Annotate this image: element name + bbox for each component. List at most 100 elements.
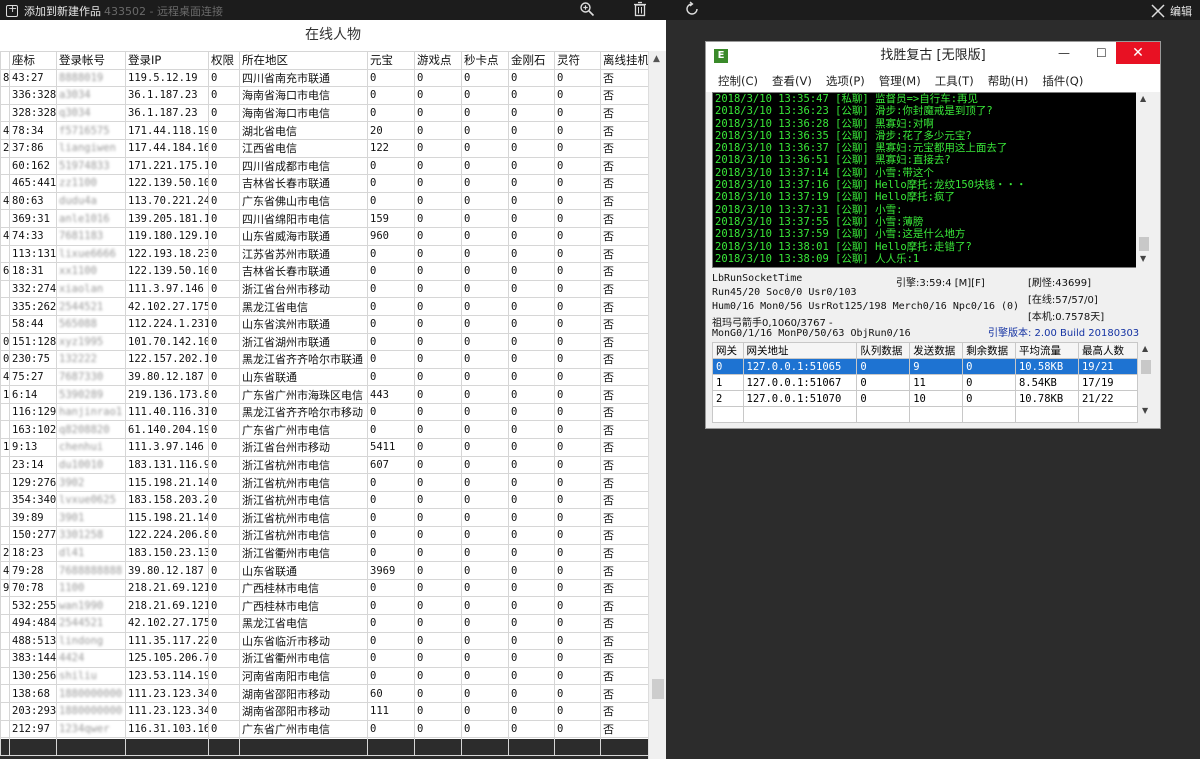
column-header[interactable]: 网关 [712, 342, 744, 359]
menu-view[interactable]: 查看(V) [772, 70, 812, 92]
column-header[interactable]: 剩余数据 [962, 342, 1016, 359]
table-row[interactable]: 332:274 xiaolan 111.3.97.146 0 浙江省台州市移动 0 0 0 0 0… [0, 279, 649, 299]
table-row[interactable]: 383:144 4424 125.105.206.78 0 浙江省衢州市电信 0 0 0 0 0 否 [0, 649, 649, 668]
table-cell: 0 [367, 649, 415, 668]
gateway-row[interactable] [712, 406, 1139, 423]
column-header[interactable]: 所在地区 [239, 51, 368, 70]
table-row[interactable]: 138:68 1880000000 111.23.123.34 0 湖南省邵阳市移动 60… [0, 684, 649, 703]
log-line: 2018/3/10 13:37:55 [公聊] 小雪:薄膀 [715, 215, 924, 228]
scroll-down-icon[interactable]: ▼ [1142, 406, 1148, 415]
players-scrollbar[interactable]: ▲ [648, 51, 666, 759]
scroll-thumb[interactable] [1139, 237, 1149, 251]
table-row[interactable]: 58:44 565088 112.224.1.231 0 山东省滨州市联通 0 0 0 0 0 否 [0, 314, 649, 334]
scroll-up-icon[interactable]: ▲ [1142, 344, 1148, 353]
table-row[interactable]: 60:162 51974833 171.221.175.12 0 四川省成都市电信 0 0 0… [0, 156, 649, 176]
table-cell: 119.5.12.19 [125, 68, 209, 88]
table-row[interactable]: 113:131 lixue6666 122.193.18.238 0 江苏省苏州市联通 0… [0, 244, 649, 264]
log-line: 2018/3/10 13:36:23 [公聊] 滑步:你封魔戒是到顶了? [715, 105, 993, 118]
column-header[interactable]: 离线挂机 [600, 51, 649, 70]
table-cell [0, 666, 10, 686]
column-header[interactable]: 灵符 [554, 51, 601, 70]
column-header[interactable]: 平均流量 [1014, 342, 1079, 359]
column-header[interactable]: 游戏点 [414, 51, 462, 70]
menu-tools[interactable]: 工具(T) [935, 70, 974, 92]
table-row[interactable]: 116:129 hanjinrao1 111.40.116.31 0 黑龙江省齐齐哈尔市… [0, 402, 649, 422]
table-cell: 37:86 [9, 138, 57, 158]
table-row[interactable]: 4 78:34 f5716575 171.44.118.191 0 湖北省电信 20 0 0 0 0… [0, 121, 649, 140]
column-header[interactable]: 最高人数 [1077, 342, 1139, 359]
table-row[interactable]: 212:97 1234qwer 116.31.103.165 0 广东省广州市电信 0 0 0… [0, 719, 649, 739]
menu-options[interactable]: 选项(P) [826, 70, 865, 92]
scroll-thumb[interactable] [1141, 360, 1151, 374]
maximize-icon[interactable]: ☐ [1096, 46, 1107, 60]
log-scrollbar[interactable]: ▲ ▼ [1136, 92, 1152, 268]
table-row[interactable]: 532:255 wan1990 218.21.69.121 0 广西桂林市电信 0 0 0 0 0… [0, 596, 649, 615]
column-header[interactable]: 秒卡点 [461, 51, 509, 70]
table-row[interactable]: 4 75:27 7687330 39.80.12.187 0 山东省联通 0 0 0 0 0 否 [0, 367, 649, 387]
gateway-scrollbar[interactable]: ▲ ▼ [1138, 342, 1154, 420]
table-row[interactable]: 9 70:78 1100 218.21.69.121 0 广西桂林市电信 0 0 0 0 0 否 [0, 578, 649, 598]
table-row[interactable]: 474:337681183119.180.129.1850山东省威海市联通960… [0, 226, 649, 246]
gateway-row[interactable]: 2 127.0.0.1:51070 0 10 0 10.78KB 21/22 [712, 390, 1139, 407]
table-row[interactable]: 39:89 3901 115.198.21.143 0 浙江省杭州市电信 0 0 0 0 0 否 [0, 508, 649, 528]
table-row[interactable]: 0 230:75 132222 122.157.202.13 0 黑龙江省齐齐哈尔市联通 0… [0, 350, 649, 369]
scroll-down-icon[interactable]: ▼ [1140, 254, 1146, 263]
table-cell: 0 [367, 473, 415, 492]
table-row[interactable]: 130:256 shiliu 123.53.114.198 0 河南省南阳市电信 0 0 0 0… [0, 666, 649, 686]
table-row[interactable]: 336:328 a3034 36.1.187.23 0 海南省海口市电信 0 0 0 0 0 否 [0, 86, 649, 105]
table-row[interactable]: 488:513 lindong 111.35.117.223 0 山东省临沂市移动 0 0 0… [0, 631, 649, 651]
column-header[interactable]: 发送数据 [909, 342, 964, 359]
trash-icon[interactable] [631, 1, 649, 19]
table-row[interactable]: 335:262 2544521 42.102.27.175 0 黑龙江省电信 0 0 0 0 0 否 [0, 297, 649, 316]
gateway-row[interactable]: 1 127.0.0.1:51067 0 11 0 8.54KB 17/19 [712, 374, 1139, 391]
minimize-icon[interactable]: — [1058, 46, 1070, 60]
table-cell: 0 [208, 367, 240, 387]
table-row[interactable]: 23:14 du10010 183.131.116.90 0 浙江省杭州市电信 607 0 0… [0, 455, 649, 475]
table-row[interactable]: 494:484 2544521 42.102.27.175 0 黑龙江省电信 0 0 0 0 0 否 [0, 614, 649, 633]
table-row[interactable]: 328:328 q3034 36.1.187.23 0 海南省海口市电信 0 0 0 0 0 否 [0, 103, 649, 123]
table-row[interactable]: 369:31anle1016139.205.181.1250四川省绵阳市电信15… [0, 209, 649, 228]
table-cell: 0 [414, 666, 462, 686]
table-row[interactable]: 163:102 q8208820 61.140.204.197 0 广东省广州市电信 0 0… [0, 420, 649, 440]
column-header[interactable]: 登录IP [125, 51, 209, 70]
column-header[interactable]: 权限 [208, 51, 240, 70]
table-row[interactable]: 150:277 3301258 122.224.206.82 0 浙江省杭州市电信 0 0 0… [0, 526, 649, 545]
table-row[interactable]: 129:276 3902 115.198.21.143 0 浙江省杭州市电信 0 0 0 0 0 否 [0, 473, 649, 492]
column-header[interactable]: 登录帐号 [56, 51, 126, 70]
table-row[interactable]: 2 37:86 liangiwen 117.44.184.163 0 江西省电信 122 0 0… [0, 138, 649, 158]
table-row[interactable]: 6 18:31 xx1100 122.139.50.101 0 吉林省长春市联通 0 0 0 0 0… [0, 262, 649, 281]
table-row[interactable]: 2 18:23 dl41 183.150.23.132 0 浙江省衢州市电信 0 0 0 0 0 否 [0, 543, 649, 563]
menu-manage[interactable]: 管理(M) [879, 70, 921, 92]
table-cell: 0 [554, 649, 601, 668]
table-cell: 0 [208, 314, 240, 334]
rotate-icon[interactable] [683, 1, 701, 19]
close-icon[interactable]: ✕ [1116, 42, 1160, 64]
zoom-in-icon[interactable] [578, 1, 596, 19]
table-row[interactable]: 1 6:14 5390289 219.136.173.80 0 广东省广州市海珠区电信 44… [0, 385, 649, 404]
edit-button[interactable]: 编辑 [1150, 3, 1192, 19]
table-row[interactable]: 4 80:63 dudu4a 113.70.221.242 0 广东省佛山市电信 0 0 0 0 0… [0, 191, 649, 211]
table-row[interactable]: 465:441 zz1100 122.139.50.101 0 吉林省长春市联通 0 0 0 0… [0, 174, 649, 193]
gateway-row[interactable]: 0 127.0.0.1:51065 0 9 0 10.58KB 19/21 [712, 358, 1139, 375]
table-row[interactable]: 8 43:27 8888019 119.5.12.19 0 四川省南充市联通 0 0 0 0 0 否 [0, 68, 649, 88]
menu-help[interactable]: 帮助(H) [988, 70, 1029, 92]
menu-plugins[interactable]: 插件(Q) [1042, 70, 1083, 92]
menu-control[interactable]: 控制(C) [718, 70, 758, 92]
scroll-thumb[interactable] [652, 679, 664, 699]
column-header[interactable]: 座标 [9, 51, 57, 70]
table-row[interactable]: 0 151:128 xyz1995 101.70.142.103 0 浙江省湖州市联通 0 0… [0, 332, 649, 352]
column-header[interactable]: 元宝 [367, 51, 415, 70]
table-row[interactable]: 1 9:13 chenhui 111.3.97.146 0 浙江省台州市移动 5411 0 0 0… [0, 438, 649, 457]
table-row[interactable]: 4 79:28 7688888888 39.80.12.187 0 山东省联通 3969 0 0… [0, 561, 649, 580]
table-row[interactable] [0, 737, 649, 756]
column-header[interactable]: 金刚石 [508, 51, 555, 70]
table-cell: 163:102 [9, 420, 57, 440]
scroll-up-icon[interactable]: ▲ [653, 54, 660, 64]
scroll-up-icon[interactable]: ▲ [1140, 94, 1146, 103]
table-row[interactable]: 354:340 lvxue0625 183.158.203.20 0 浙江省杭州市电信 0… [0, 490, 649, 510]
column-header[interactable]: 队列数据 [856, 342, 911, 359]
table-row[interactable]: 203:293 1880000000 111.23.123.34 0 湖南省邵阳市移动 1… [0, 701, 649, 721]
table-cell: 0 [414, 103, 462, 123]
column-header[interactable]: 网关地址 [742, 342, 858, 359]
add-to-new-work-button[interactable]: 添加到新建作品 [6, 2, 101, 19]
